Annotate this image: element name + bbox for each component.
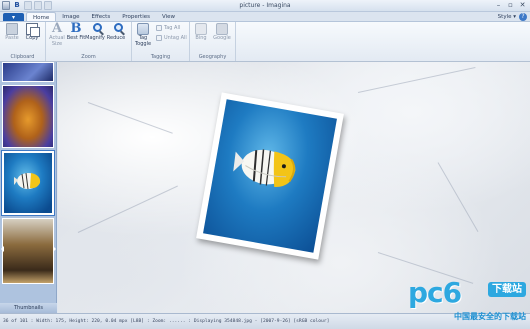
tag-all-button[interactable]: Tag All [156,25,180,31]
scroll-right-icon[interactable] [53,246,56,252]
bing-icon [195,23,207,35]
watermark-badge: 下载站 [488,282,526,297]
thumbnails-label: Thumbnails [0,303,57,313]
close-button[interactable]: ✕ [517,0,528,10]
zoom-group-label: Zoom [81,54,96,60]
untag-all-icon [156,35,162,41]
actual-size-button[interactable]: A Actual Size [47,21,67,47]
thumbnail-item[interactable] [2,85,54,148]
thumbnail-item-selected[interactable] [1,150,55,216]
tagging-group-label: Tagging [150,54,171,60]
geography-group: Bing Google Geography [190,22,236,61]
ribbon: Paste Copy Clipboard A Actual Size B Bes… [0,21,530,62]
thumbnails-pane: Thumbnails [0,62,57,313]
untag-all-button[interactable]: Untag All [156,35,187,41]
bing-button[interactable]: Bing [191,23,211,42]
clipboard-group: Paste Copy Clipboard [0,22,46,61]
fish-thumbnail-image [4,153,52,213]
reduce-button[interactable]: Reduce [106,23,126,42]
best-fit-button[interactable]: B Best Fit [66,21,86,42]
displayed-photo[interactable] [196,92,344,260]
best-fit-icon: B [70,21,82,36]
reduce-icon [114,23,123,32]
window-title: picture - Imagina [239,2,291,9]
paste-icon [6,23,18,35]
thumbnail-item[interactable] [2,62,54,82]
google-icon [216,23,228,35]
clipboard-group-label: Clipboard [10,54,35,60]
thumbnail-item[interactable] [2,218,54,284]
maximize-button[interactable]: ▫ [505,0,516,10]
help-icon[interactable]: ? [519,13,527,21]
tag-icon [137,23,149,35]
google-button[interactable]: Google [212,23,232,42]
tag-all-icon [156,25,162,31]
copy-button[interactable]: Copy [22,23,42,42]
minimize-button[interactable]: – [493,0,504,10]
zoom-group: A Actual Size B Best Fit Magnify Reduce … [46,22,132,61]
paste-button[interactable]: Paste [2,23,22,42]
actual-size-icon: A [51,21,63,36]
watermark-tagline: 中国最安全的下载站 [454,312,526,321]
magnify-icon [93,23,102,32]
title-bar: B picture - Imagina – ▫ ✕ [0,0,530,12]
magnify-button[interactable]: Magnify [85,23,105,42]
background-texture [357,67,476,93]
window-controls: – ▫ ✕ [493,0,528,10]
watermark-logo-text: pc6 [408,276,462,309]
scroll-left-icon[interactable] [1,246,4,252]
background-texture [87,102,173,134]
geography-group-label: Geography [198,54,227,60]
watermark-logo: pc6 下载站 中国最安全的下载站 [408,278,526,328]
background-texture [77,185,178,233]
fish-image [233,149,296,187]
tag-toggle-button[interactable]: Tag Toggle [133,23,153,47]
background-texture [437,162,479,233]
copy-icon [26,23,40,37]
tagging-group: Tag Toggle Tag All Untag All Tagging [132,22,190,61]
